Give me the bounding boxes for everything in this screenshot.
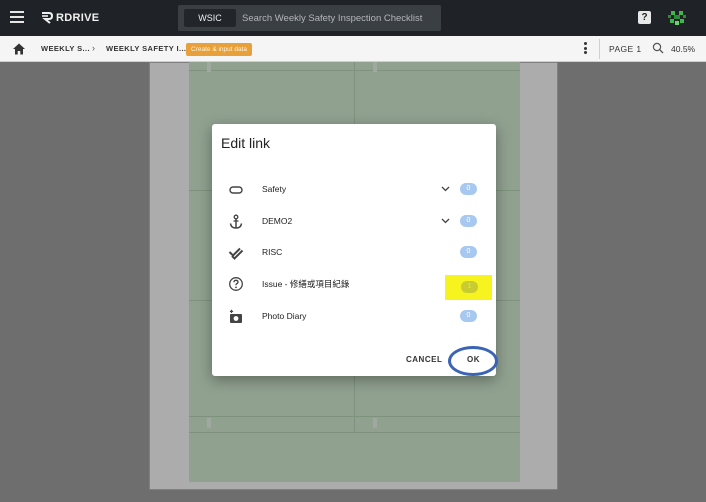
- edit-link-dialog: Edit link Safety 0 DEMO2 0 RISC 0 Issue …: [212, 124, 496, 376]
- page-indicator[interactable]: PAGE 1: [609, 44, 641, 54]
- link-icon: [229, 186, 243, 194]
- zoom-level[interactable]: 40.5%: [671, 44, 695, 54]
- app-logo[interactable]: RDRIVE: [40, 10, 99, 26]
- toolbar-divider: [599, 39, 600, 59]
- link-row-issue[interactable]: Issue - 修繕或項目紀錄 1: [212, 272, 496, 300]
- more-vert-icon[interactable]: [584, 42, 588, 56]
- ok-button-annotation-circle: [448, 346, 498, 376]
- link-count-toggle[interactable]: 0: [460, 310, 477, 322]
- search-bar[interactable]: WSIC: [178, 5, 441, 31]
- chevron-down-icon[interactable]: [441, 184, 450, 193]
- mode-badge[interactable]: Create & input data: [186, 43, 253, 56]
- link-count-toggle[interactable]: 0: [460, 183, 477, 195]
- link-count-toggle[interactable]: 0: [460, 246, 477, 258]
- breadcrumb-separator: ›: [92, 43, 95, 53]
- link-row-demo2[interactable]: DEMO2 0: [212, 210, 496, 234]
- anchor-icon: [229, 214, 243, 229]
- logo-mark-icon: [42, 12, 54, 24]
- link-count-toggle[interactable]: 0: [460, 215, 477, 227]
- dialog-title: Edit link: [221, 135, 271, 151]
- top-app-bar: RDRIVE WSIC ?: [0, 0, 706, 36]
- help-circle-icon: [229, 277, 243, 291]
- row-label: Issue - 修繕或項目紀錄: [262, 279, 350, 289]
- row-label: Photo Diary: [262, 311, 307, 321]
- hamburger-menu-icon[interactable]: [10, 11, 24, 23]
- document-toolbar: WEEKLY S... › WEEKLY SAFETY I... Create …: [0, 36, 706, 62]
- logo-text: RDRIVE: [56, 12, 100, 24]
- search-input[interactable]: [242, 9, 434, 27]
- row-label: Safety: [262, 184, 287, 194]
- row-label: DEMO2: [262, 216, 293, 226]
- link-row-safety[interactable]: Safety 0: [212, 178, 496, 202]
- link-count-toggle[interactable]: 1: [461, 281, 478, 293]
- zoom-search-icon[interactable]: [652, 42, 664, 54]
- add-photo-icon: [229, 309, 242, 323]
- search-scope-chip[interactable]: WSIC: [184, 9, 236, 27]
- row-label: RISC: [262, 247, 283, 257]
- double-check-icon: [228, 247, 244, 260]
- link-row-photo-diary[interactable]: Photo Diary 0: [212, 305, 496, 329]
- home-icon[interactable]: [12, 42, 26, 56]
- link-row-risc[interactable]: RISC 0: [212, 241, 496, 265]
- user-avatar-icon[interactable]: [668, 9, 686, 27]
- chevron-down-icon[interactable]: [441, 216, 450, 225]
- cancel-button[interactable]: CANCEL: [406, 355, 442, 364]
- help-icon[interactable]: ?: [638, 11, 651, 24]
- breadcrumb-document[interactable]: WEEKLY SAFETY I...: [106, 44, 186, 53]
- breadcrumb-folder[interactable]: WEEKLY S...: [41, 44, 90, 53]
